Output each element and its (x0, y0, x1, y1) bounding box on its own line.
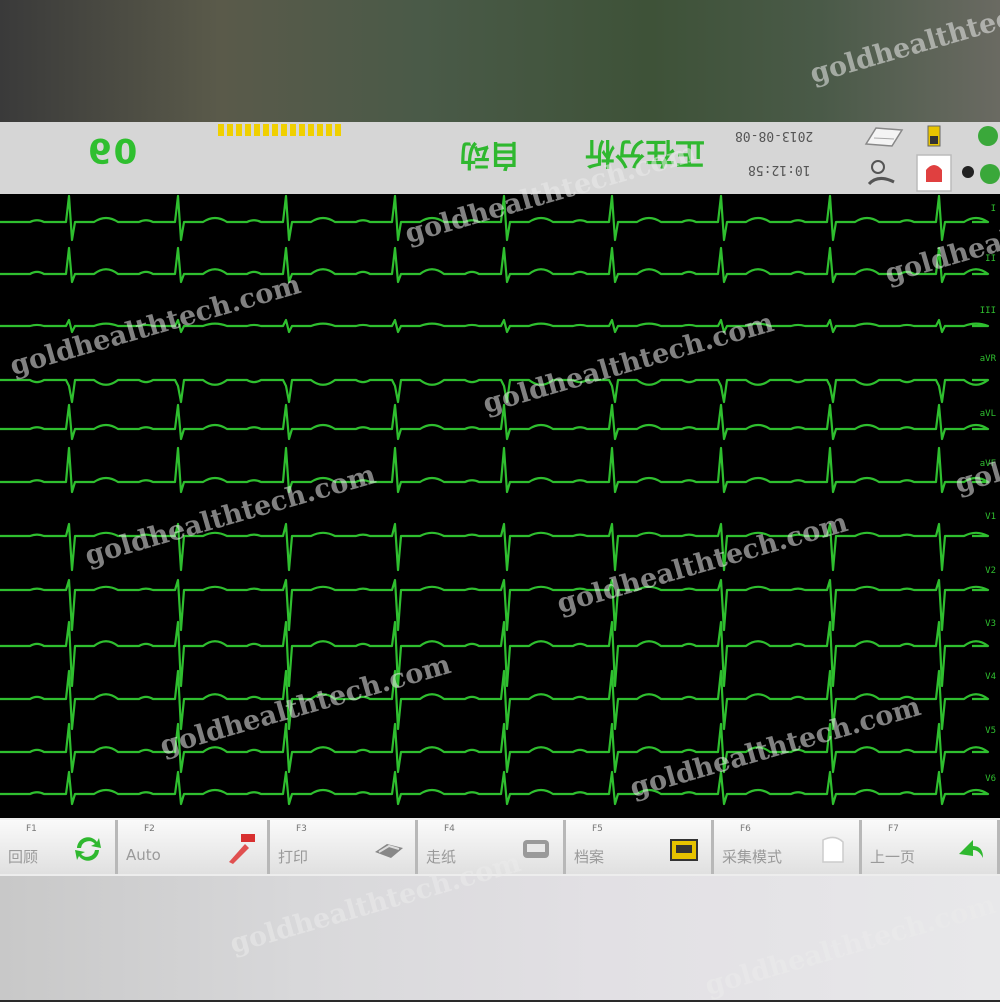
function-key-label: F2 (144, 824, 155, 834)
signal-quality-bar (218, 124, 344, 136)
ecg-lead-trace (0, 446, 990, 494)
lead-label: V2 (985, 566, 996, 576)
toolbar-button-label: 回顾 (8, 848, 39, 866)
lead-label: I (990, 204, 996, 214)
ecg-lead-trace (0, 620, 990, 688)
toolbar-button-2[interactable]: F2 Auto (118, 820, 270, 874)
sheet-icon (815, 832, 849, 870)
ecg-screen: 60 自动 正在分析 2013-08-08 10:12:58 I II III … (0, 122, 1000, 876)
toolbar-button-label: 档案 (574, 848, 605, 866)
ecg-lead-trace (0, 770, 990, 806)
toolbar-button-label: 打印 (278, 848, 309, 866)
function-key-label: F3 (296, 824, 307, 834)
lead-label: V4 (985, 672, 996, 682)
status-header: 60 自动 正在分析 2013-08-08 10:12:58 (0, 122, 1000, 194)
pen-icon (223, 832, 257, 870)
heart-rate-readout: 60 (88, 130, 140, 170)
lead-label: II (985, 254, 996, 264)
folder-icon (667, 832, 701, 870)
toolbar-button-1[interactable]: F1 回顾 (0, 820, 118, 874)
lead-label: V6 (985, 774, 996, 784)
ecg-lead-trace (0, 378, 990, 404)
arrow-icon (953, 832, 987, 870)
toolbar-button-label: 上一页 (870, 848, 916, 866)
toolbar-button-label: 走纸 (426, 848, 457, 866)
analysis-status: 正在分析 (585, 135, 705, 170)
toolbar-button-4[interactable]: F4 走纸 (418, 820, 566, 874)
toolbar-button-label: 采集模式 (722, 848, 783, 866)
lead-label: aVL (979, 409, 996, 419)
ecg-lead-trace (0, 318, 990, 334)
keyboard-icon[interactable] (862, 124, 904, 150)
toolbar-button-6[interactable]: F6 采集模式 (714, 820, 862, 874)
ecg-lead-trace (0, 403, 990, 441)
lead-scale: I II III aVR aVL aVF V1 V2 V3 V4 V5 V6 (972, 194, 1000, 818)
function-key-label: F6 (740, 824, 751, 834)
patient-icon[interactable] (866, 158, 900, 188)
refresh-icon (71, 832, 105, 870)
lead-label: V3 (985, 619, 996, 629)
lead-label: aVR (979, 354, 996, 364)
mode-label: 自动 (460, 137, 520, 172)
ecg-lead-trace (0, 578, 990, 632)
battery-icon (927, 125, 941, 147)
toolbar-button-5[interactable]: F5 档案 (566, 820, 714, 874)
lead-label: V5 (985, 726, 996, 736)
toolbar-button-3[interactable]: F3 打印 (270, 820, 418, 874)
paper-icon (519, 832, 553, 870)
ecg-lead-trace (0, 194, 990, 242)
print-icon (371, 832, 405, 870)
lead-label: III (979, 306, 996, 316)
lead-label: aVF (979, 459, 996, 469)
date-readout: 2013-08-08 (735, 128, 814, 143)
device-frame-top (0, 0, 1000, 122)
ecg-lead-trace (0, 669, 990, 731)
power-icon[interactable] (958, 158, 1000, 188)
function-key-label: F7 (888, 824, 899, 834)
alarm-icon[interactable] (916, 154, 952, 192)
function-key-label: F4 (444, 824, 455, 834)
function-key-label: F5 (592, 824, 603, 834)
ecg-lead-trace (0, 246, 990, 284)
function-toolbar: F1 回顾 F2 Auto F3 打印 F4 走纸 F5 档案 F6 采集模式 F7 上一页 (0, 818, 1000, 876)
ecg-lead-trace (0, 722, 990, 774)
ecg-lead-trace (0, 522, 990, 572)
lead-label: V1 (985, 512, 996, 522)
toolbar-button-7[interactable]: F7 上一页 (862, 820, 1000, 874)
network-icon (978, 126, 998, 146)
ecg-waveform-area: I II III aVR aVL aVF V1 V2 V3 V4 V5 V6 (0, 194, 1000, 818)
device-frame-bottom (0, 876, 1000, 1000)
time-readout: 10:12:58 (748, 162, 811, 177)
function-key-label: F1 (26, 824, 37, 834)
toolbar-button-label: Auto (126, 846, 161, 864)
ecg-waveforms (0, 194, 990, 806)
